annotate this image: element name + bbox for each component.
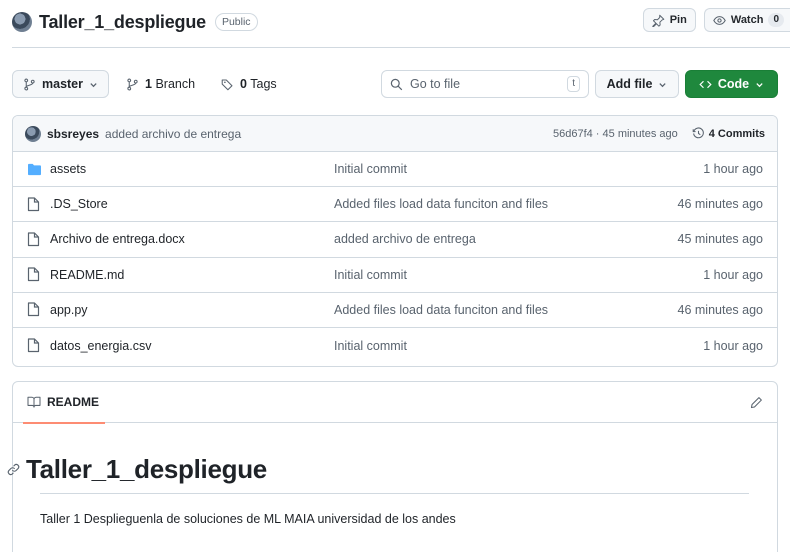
readme-tab[interactable]: README: [22, 382, 106, 424]
search-icon: [390, 78, 403, 91]
file-time: 46 minutes ago: [677, 302, 763, 317]
branch-count: 1: [145, 77, 152, 91]
book-icon: [27, 396, 41, 408]
header-divider: [12, 47, 790, 48]
chevron-down-icon: [755, 80, 764, 89]
file-name[interactable]: Archivo de entrega.docx: [50, 232, 334, 246]
eye-icon: [713, 14, 726, 27]
tag-count: 0: [240, 77, 247, 91]
file-row-datos-energia[interactable]: datos_energia.csv Initial commit 1 hour …: [13, 328, 777, 363]
watch-button[interactable]: Watch 0: [703, 8, 790, 32]
link-icon[interactable]: [7, 463, 20, 476]
file-row-readme[interactable]: README.md Initial commit 1 hour ago: [13, 258, 777, 293]
go-to-file-placeholder: Go to file: [410, 77, 461, 91]
commit-author[interactable]: sbsreyes: [47, 127, 99, 141]
file-commit-message[interactable]: added archivo de entrega: [334, 232, 654, 246]
file-icon: [27, 302, 43, 317]
branch-count-icon: [126, 78, 139, 91]
file-time: 45 minutes ago: [677, 232, 763, 247]
code-icon: [699, 78, 712, 91]
file-commit-message[interactable]: Added files load data funciton and files: [334, 197, 654, 211]
file-time: 1 hour ago: [703, 338, 763, 353]
code-button[interactable]: Code: [685, 70, 778, 98]
file-row-assets[interactable]: assets Initial commit 1 hour ago: [13, 152, 777, 188]
file-name[interactable]: datos_energia.csv: [50, 339, 334, 353]
file-name[interactable]: app.py: [50, 303, 334, 317]
branch-word: Branch: [155, 77, 196, 91]
commit-author-avatar[interactable]: [25, 125, 41, 142]
file-row-ds-store[interactable]: .DS_Store Added files load data funciton…: [13, 187, 777, 223]
history-icon: [692, 127, 705, 140]
readme-title: Taller_1_despliegue: [26, 454, 267, 484]
readme-panel: README Taller_1_despliegue Taller 1 Desp…: [7, 381, 778, 552]
file-name[interactable]: README.md: [50, 268, 334, 282]
git-branch-icon: [23, 78, 36, 91]
file-row-archivo-de-entrega[interactable]: Archivo de entrega.docx added archivo de…: [13, 222, 777, 258]
tag-word: Tags: [250, 77, 277, 91]
visibility-badge: Public: [214, 13, 258, 31]
repo-toolbar: master 1 Branch 0 Tags Go to file t Add …: [12, 70, 778, 98]
commit-message[interactable]: added archivo de entrega: [105, 127, 241, 141]
watch-count: 0: [768, 13, 784, 27]
repo-name[interactable]: Taller_1_despliegue: [39, 12, 206, 33]
readme-title-rule: [40, 493, 749, 494]
file-browser: sbsreyes added archivo de entrega 56d67f…: [12, 115, 778, 367]
file-name[interactable]: .DS_Store: [50, 197, 334, 211]
shortcut-key: t: [567, 76, 580, 92]
file-commit-message[interactable]: Added files load data funciton and files: [334, 303, 654, 317]
pin-button[interactable]: Pin: [642, 8, 696, 32]
file-icon: [27, 338, 43, 353]
commit-meta: 56d67f4 · 45 minutes ago 4 Commits: [553, 127, 765, 140]
file-icon: [27, 232, 43, 247]
branch-selector[interactable]: master: [12, 70, 109, 98]
add-file-label: Add file: [606, 77, 653, 91]
file-commit-message[interactable]: Initial commit: [334, 339, 654, 353]
owner-avatar[interactable]: [12, 12, 32, 32]
file-time: 46 minutes ago: [677, 197, 763, 212]
code-label: Code: [717, 77, 750, 91]
branch-tag-summary: 1 Branch 0 Tags: [126, 70, 277, 98]
commit-hash-time[interactable]: 56d67f4 · 45 minutes ago: [553, 128, 678, 140]
file-time: 1 hour ago: [703, 267, 763, 282]
file-commit-message[interactable]: Initial commit: [334, 162, 654, 176]
commits-count-label: 4 Commits: [708, 127, 765, 140]
commits-history-link[interactable]: 4 Commits: [692, 127, 765, 140]
file-name[interactable]: assets: [50, 162, 334, 176]
file-icon: [27, 197, 43, 212]
branch-name: master: [42, 77, 83, 91]
branches-link[interactable]: 1 Branch: [145, 77, 195, 91]
file-commit-message[interactable]: Initial commit: [334, 268, 654, 282]
file-icon: [27, 267, 43, 282]
readme-header: README: [13, 382, 777, 424]
go-to-file-input[interactable]: Go to file t: [381, 70, 589, 98]
chevron-down-icon: [658, 80, 667, 89]
add-file-button[interactable]: Add file: [595, 70, 679, 98]
chevron-down-icon: [89, 80, 98, 89]
file-time: 1 hour ago: [703, 162, 763, 177]
watch-label: Watch: [730, 14, 764, 26]
tags-link[interactable]: 0 Tags: [240, 77, 277, 91]
folder-icon: [27, 163, 43, 176]
pin-icon: [651, 14, 665, 27]
pin-label: Pin: [669, 14, 687, 26]
repo-header: Taller_1_despliegue Public Pin Watch 0: [12, 8, 790, 36]
readme-body: Taller 1 Desplieguenla de soluciones de …: [40, 512, 456, 526]
tag-icon: [221, 78, 234, 91]
file-row-app-py[interactable]: app.py Added files load data funciton an…: [13, 293, 777, 328]
header-actions: Pin Watch 0: [642, 8, 790, 32]
readme-tab-label: README: [47, 395, 100, 409]
pencil-icon[interactable]: [750, 396, 763, 409]
readme-heading: Taller_1_despliegue: [7, 454, 267, 485]
latest-commit-bar: sbsreyes added archivo de entrega 56d67f…: [13, 116, 777, 152]
